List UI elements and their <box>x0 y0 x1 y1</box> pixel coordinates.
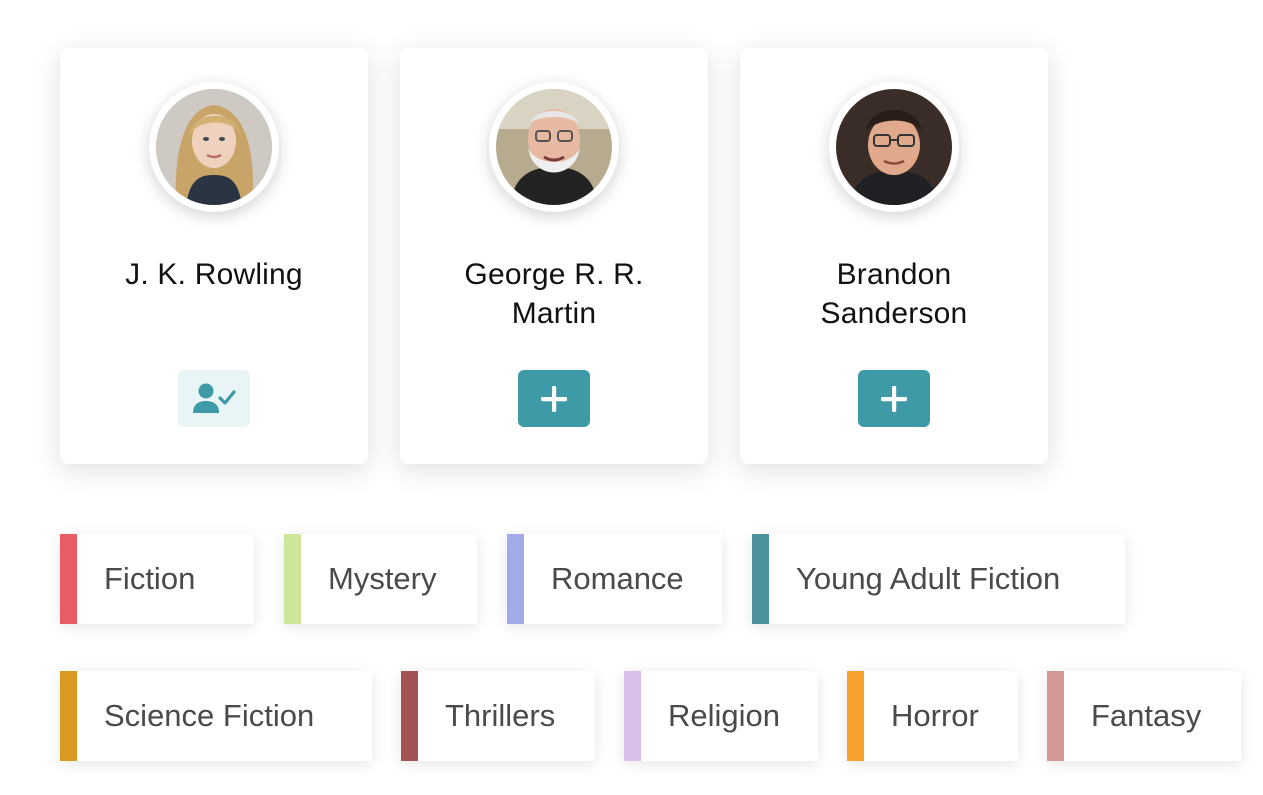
genre-label: Fantasy <box>1091 698 1202 733</box>
genre-color-bar <box>284 534 301 624</box>
genre-row: Science Fiction Thrillers Religion Horro… <box>60 671 1241 761</box>
follow-button[interactable] <box>858 370 930 427</box>
avatar <box>489 82 619 212</box>
genre-label: Thrillers <box>445 698 556 733</box>
genre-label: Romance <box>551 561 684 596</box>
genre-label: Horror <box>891 698 979 733</box>
genre-label: Fiction <box>104 561 196 596</box>
plus-icon <box>881 385 907 412</box>
author-name: J. K. Rowling <box>125 258 303 291</box>
genre-chip-romance[interactable]: Romance <box>507 534 722 624</box>
genre-chip-religion[interactable]: Religion <box>624 671 818 761</box>
plus-icon <box>541 385 567 412</box>
genre-chip-horror[interactable]: Horror <box>847 671 1018 761</box>
follow-button[interactable] <box>518 370 590 427</box>
genre-chip-fantasy[interactable]: Fantasy <box>1047 671 1241 761</box>
genre-label: Young Adult Fiction <box>796 561 1061 596</box>
user-check-icon <box>193 383 236 413</box>
genre-color-bar <box>401 671 418 761</box>
author-photo <box>836 89 952 205</box>
genre-label: Science Fiction <box>104 698 315 733</box>
genre-chip-fiction[interactable]: Fiction <box>60 534 254 624</box>
genre-chip-science-fiction[interactable]: Science Fiction <box>60 671 372 761</box>
author-name: George R. R. Martin <box>464 258 644 330</box>
genre-chip-mystery[interactable]: Mystery <box>284 534 477 624</box>
genre-color-bar <box>847 671 864 761</box>
author-card-martin: George R. R. Martin <box>400 48 708 464</box>
genre-color-bar <box>60 534 77 624</box>
genre-color-bar <box>624 671 641 761</box>
author-photo <box>156 89 272 205</box>
avatar <box>149 82 279 212</box>
author-card-rowling: J. K. Rowling <box>60 48 368 464</box>
genre-chip-young-adult-fiction[interactable]: Young Adult Fiction <box>752 534 1125 624</box>
following-button[interactable] <box>178 370 250 427</box>
genre-color-bar <box>507 534 524 624</box>
genre-chip-thrillers[interactable]: Thrillers <box>401 671 595 761</box>
author-photo <box>496 89 612 205</box>
genre-color-bar <box>1047 671 1064 761</box>
author-list: J. K. Rowling George R. R. Martin Brando… <box>60 48 1048 464</box>
author-name: Brandon Sanderson <box>820 258 968 330</box>
avatar <box>829 82 959 212</box>
genre-color-bar <box>752 534 769 624</box>
genre-label: Religion <box>668 698 781 733</box>
genre-row: Fiction Mystery Romance Young Adult Fict… <box>60 534 1125 624</box>
genre-color-bar <box>60 671 77 761</box>
genre-label: Mystery <box>328 561 437 596</box>
author-card-sanderson: Brandon Sanderson <box>740 48 1048 464</box>
